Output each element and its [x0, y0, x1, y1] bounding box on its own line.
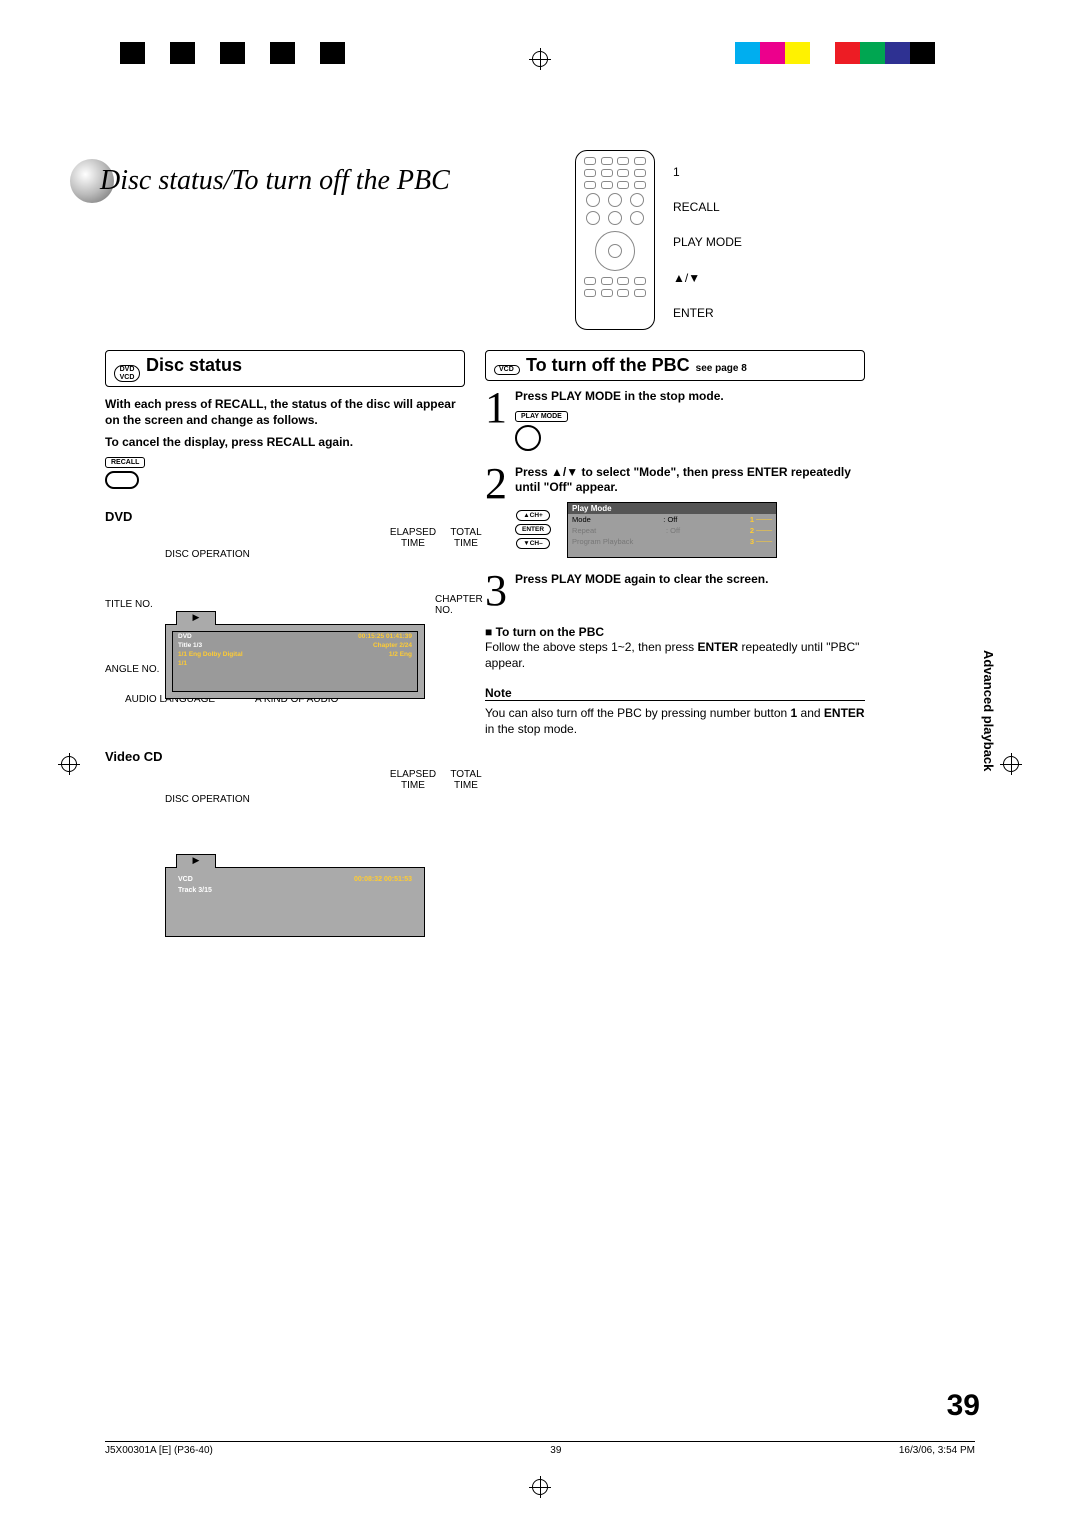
remote-label: ENTER	[673, 306, 742, 320]
pointer-label: TITLE NO.	[105, 599, 153, 610]
pointer-label: ELAPSED TIME	[383, 527, 443, 549]
pointer-label: ANGLE NO.	[105, 664, 159, 675]
pointer-label: DISC OPERATION	[165, 549, 250, 560]
play-mode-button-illustration: PLAY MODE	[515, 409, 724, 451]
remote-illustration: 1 RECALL PLAY MODE ▲/▼ ENTER	[575, 150, 915, 335]
nav-buttons-illustration: ▲CH+ ENTER ▼CH–	[515, 510, 551, 549]
section-heading: DVDVCD Disc status	[105, 350, 465, 387]
vcd-status-diagram: Video CD ELAPSED TIME TOTAL TIME DISC OP…	[105, 749, 465, 939]
intro-text: With each press of RECALL, the status of…	[105, 397, 465, 428]
vcd-osd: ▶ VCD00:08:32 00:51:53 Track 3/15	[165, 867, 425, 937]
remote-label: RECALL	[673, 200, 742, 214]
pointer-label: DISC OPERATION	[165, 794, 250, 805]
dvd-status-diagram: DVD ELAPSED TIME TOTAL TIME DISC OPERATI…	[105, 489, 465, 749]
vcd-badge-icon: VCD	[494, 365, 520, 375]
footer-left: J5X00301A [E] (P36-40)	[105, 1445, 213, 1456]
note-heading: Note	[485, 686, 865, 700]
turn-on-body: Follow the above steps 1~2, then press E…	[485, 639, 865, 671]
section-heading: VCD To turn off the PBC see page 8	[485, 350, 865, 381]
dvd-vcd-badge-icon: DVDVCD	[114, 365, 140, 382]
play-icon: ▶	[176, 611, 216, 625]
sidebar-chapter-label: Advanced playback	[981, 650, 996, 771]
intro-text: To cancel the display, press RECALL agai…	[105, 435, 465, 449]
pointer-label: TOTAL TIME	[441, 769, 491, 791]
step-2: 2 Press ▲/▼ to select "Mode", then press…	[485, 465, 865, 558]
remote-label: 1	[673, 165, 742, 179]
play-icon: ▶	[176, 854, 216, 868]
note-body: You can also turn off the PBC by pressin…	[485, 700, 865, 737]
turn-off-pbc-section: VCD To turn off the PBC see page 8 1 Pre…	[485, 350, 865, 737]
disc-status-section: DVDVCD Disc status With each press of RE…	[105, 350, 465, 939]
footer: J5X00301A [E] (P36-40) 39 16/3/06, 3:54 …	[105, 1441, 975, 1456]
dvd-osd: ▶ DVD00:15:25 01:41:39 Title 1/3Chapter …	[165, 624, 425, 699]
playmode-osd: Play Mode Mode: Off1 ───Repeat: Off2 ───…	[567, 502, 777, 558]
vcd-label: Video CD	[105, 749, 163, 764]
footer-right: 16/3/06, 3:54 PM	[899, 1445, 975, 1456]
recall-button-illustration: RECALL	[105, 455, 465, 489]
remote-icon	[575, 150, 655, 330]
remote-label: ▲/▼	[673, 271, 742, 285]
crosshair-icon	[529, 1476, 551, 1498]
turn-on-heading: To turn on the PBC	[485, 625, 865, 639]
page-title: Disc status/To turn off the PBC	[100, 165, 450, 197]
pointer-label: TOTAL TIME	[441, 527, 491, 549]
crosshair-icon	[529, 48, 551, 70]
crosshair-icon	[1000, 753, 1022, 775]
dvd-label: DVD	[105, 509, 132, 524]
step-1: 1 Press PLAY MODE in the stop mode. PLAY…	[485, 389, 865, 451]
page-number: 39	[947, 1389, 980, 1423]
footer-mid: 39	[550, 1445, 561, 1456]
step-3: 3 Press PLAY MODE again to clear the scr…	[485, 572, 865, 609]
crosshair-icon	[58, 753, 80, 775]
pointer-label: ELAPSED TIME	[383, 769, 443, 791]
remote-label: PLAY MODE	[673, 235, 742, 249]
